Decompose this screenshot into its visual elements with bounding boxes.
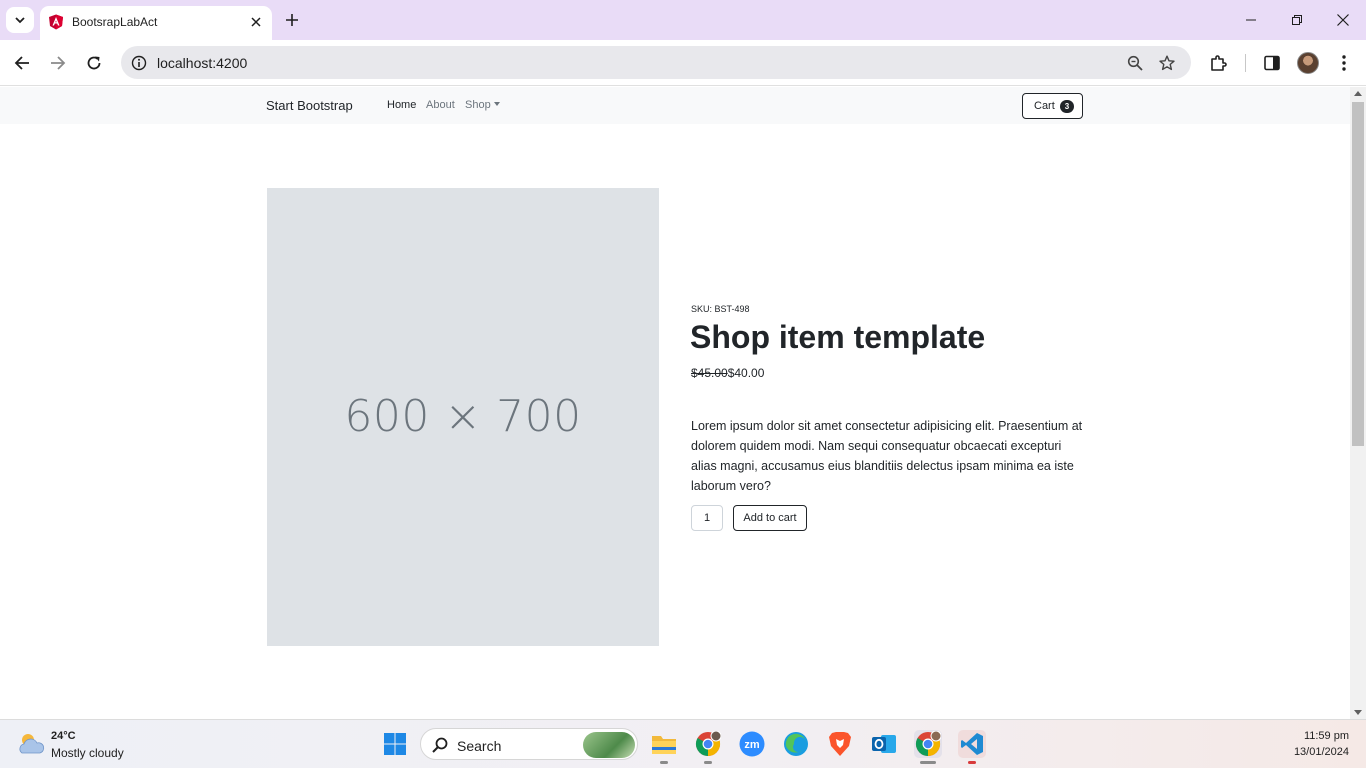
taskbar-outlook[interactable] [870, 730, 898, 758]
nav-link-about[interactable]: About [426, 99, 455, 111]
cart-label: Cart [1034, 100, 1055, 112]
new-tab-button[interactable] [282, 10, 302, 30]
chrome-icon [915, 731, 941, 756]
zoom-icon [1127, 55, 1143, 71]
angular-logo-icon [49, 14, 63, 30]
extensions-button[interactable] [1206, 51, 1230, 75]
vscode-icon [961, 733, 983, 755]
scroll-down-arrow-icon[interactable] [1354, 710, 1362, 715]
star-icon [1159, 55, 1175, 71]
taskbar-edge[interactable] [782, 730, 810, 758]
old-price: $45.00 [691, 366, 728, 380]
back-icon [14, 56, 29, 70]
add-to-cart-button[interactable]: Add to cart [733, 505, 807, 531]
price-line: $45.00$40.00 [691, 366, 764, 380]
nav-shop-label: Shop [465, 99, 491, 111]
minimize-button[interactable] [1241, 10, 1261, 30]
search-highlight-image [583, 732, 635, 758]
site-info-button[interactable] [129, 53, 149, 73]
start-button[interactable] [381, 730, 409, 758]
nav-link-home[interactable]: Home [387, 99, 416, 111]
chrome-icon [695, 731, 721, 756]
reload-button[interactable] [82, 51, 106, 75]
forward-icon [51, 56, 66, 70]
restore-button[interactable] [1287, 10, 1307, 30]
windows-start-icon [384, 733, 406, 755]
window-close-button[interactable] [1333, 10, 1353, 30]
clock-time[interactable]: 11:59 pm [1304, 730, 1349, 742]
image-placeholder-text: 600 × 700 [344, 391, 582, 442]
edge-icon [784, 732, 808, 756]
product-image: 600 × 700 [267, 188, 659, 646]
nav-dropdown-shop[interactable]: Shop [465, 99, 500, 111]
search-label: Search [457, 738, 502, 754]
taskbar-search[interactable]: Search [420, 728, 638, 760]
file-explorer-icon [652, 736, 676, 754]
taskbar-zoom[interactable]: zm [738, 730, 766, 758]
browser-menu-button[interactable] [1332, 51, 1356, 75]
forward-button[interactable] [46, 51, 70, 75]
scroll-up-arrow-icon[interactable] [1354, 91, 1362, 96]
cart-count-badge: 3 [1060, 100, 1074, 113]
running-indicator [660, 761, 668, 764]
running-indicator [920, 761, 936, 764]
tab-search-icon [15, 17, 25, 24]
weather-icon[interactable] [16, 731, 46, 757]
close-icon [1337, 14, 1349, 26]
cart-button[interactable]: Cart 3 [1022, 93, 1083, 119]
current-price: $40.00 [727, 366, 765, 380]
page-viewport: Start Bootstrap Home About Shop Cart 3 6… [0, 87, 1350, 719]
address-bar[interactable]: localhost:4200 [121, 46, 1191, 79]
taskbar-chrome-active[interactable] [914, 730, 942, 764]
toolbar-separator [1245, 54, 1246, 72]
zoom-app-icon: zm [739, 731, 765, 757]
taskbar-brave[interactable] [826, 730, 854, 758]
product-description: Lorem ipsum dolor sit amet consectetur a… [691, 419, 1083, 493]
reload-icon [87, 56, 101, 70]
browser-toolbar: localhost:4200 [0, 40, 1366, 86]
svg-text:zm: zm [744, 739, 760, 751]
product-sku: SKU: BST-498 [691, 304, 750, 314]
menu-dots-icon [1342, 55, 1346, 71]
plus-icon [286, 14, 298, 26]
tab-title: BootsrapLabAct [72, 15, 158, 29]
url-text[interactable]: localhost:4200 [157, 55, 247, 71]
close-icon [251, 17, 261, 27]
running-indicator [968, 761, 976, 764]
clock-date[interactable]: 13/01/2024 [1294, 746, 1349, 758]
chevron-down-icon [493, 102, 500, 107]
minimize-icon [1246, 19, 1256, 21]
side-panel-icon [1264, 55, 1280, 71]
page-scrollbar[interactable] [1350, 87, 1366, 719]
side-panel-button[interactable] [1260, 51, 1284, 75]
profile-avatar[interactable] [1297, 52, 1319, 74]
product-title: Shop item template [690, 319, 986, 355]
back-button[interactable] [10, 51, 34, 75]
windows-taskbar: 24°C Mostly cloudy Search zm 11:59 pm 13… [0, 719, 1366, 768]
info-icon [131, 55, 147, 71]
brave-icon [829, 732, 851, 756]
search-icon [432, 737, 448, 753]
browser-tab-strip: BootsrapLabAct [0, 0, 1366, 40]
zoom-button[interactable] [1125, 53, 1145, 73]
taskbar-vscode[interactable] [958, 730, 986, 764]
browser-tab[interactable]: BootsrapLabAct [40, 6, 272, 40]
bookmark-button[interactable] [1157, 53, 1177, 73]
tab-search-button[interactable] [6, 7, 34, 33]
taskbar-chrome-profile[interactable] [694, 730, 722, 764]
taskbar-file-explorer[interactable] [650, 730, 678, 764]
tab-close-button[interactable] [248, 14, 264, 30]
scrollbar-thumb[interactable] [1352, 102, 1364, 446]
weather-condition[interactable]: Mostly cloudy [51, 746, 124, 760]
quantity-input[interactable]: 1 [691, 505, 723, 531]
site-navbar: Start Bootstrap Home About Shop Cart 3 [0, 87, 1350, 124]
weather-temperature[interactable]: 24°C [51, 730, 76, 742]
restore-icon [1292, 15, 1302, 25]
navbar-brand[interactable]: Start Bootstrap [266, 98, 353, 113]
outlook-icon [872, 735, 896, 753]
extensions-icon [1211, 55, 1227, 71]
running-indicator [704, 761, 712, 764]
